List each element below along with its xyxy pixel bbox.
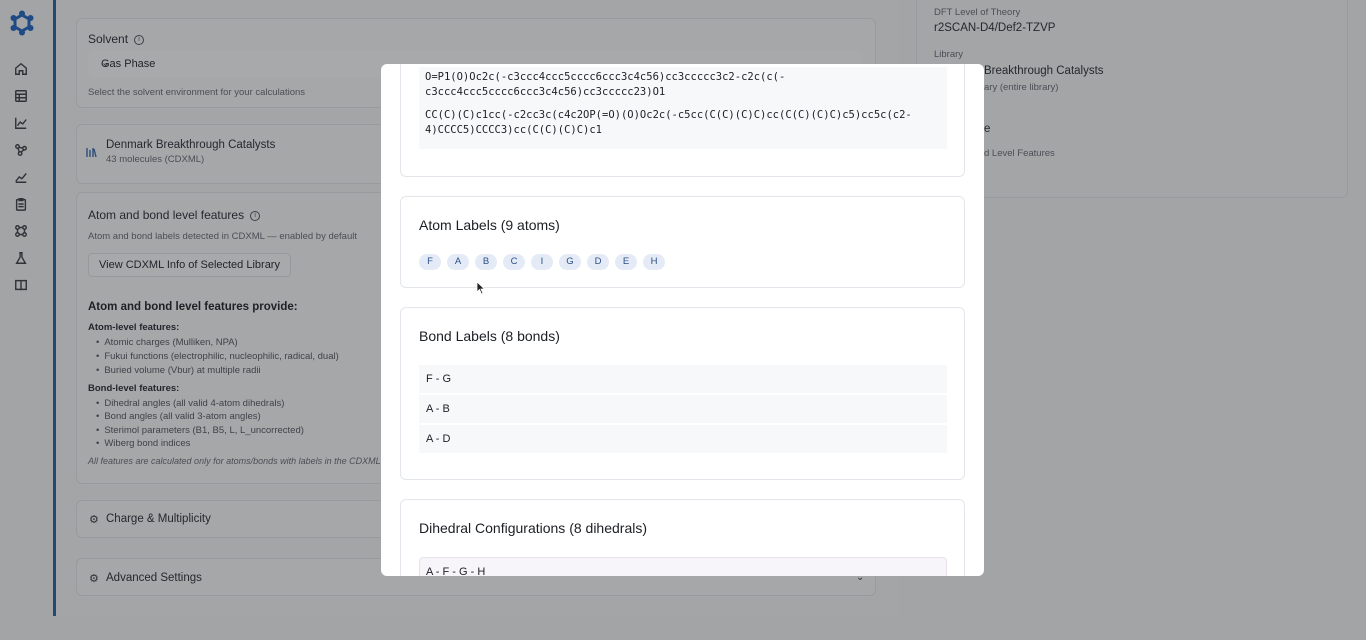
smiles-entry: O=P1(O)Oc2c(-c3ccc4ccc5cccc6ccc3c4c56)cc… <box>419 67 947 103</box>
advanced-settings-label: Advanced Settings <box>106 572 202 584</box>
dft-value: r2SCAN-D4/Def2-TZVP <box>934 22 1056 34</box>
solvent-label: Solvent i <box>88 32 145 46</box>
smiles-entry: CC(C)(C)c1cc(-c2cc3c(c4c2OP(=O)(O)Oc2c(-… <box>419 103 947 149</box>
charge-multiplicity-label: Charge & Multiplicity <box>106 513 211 525</box>
bond-row: F - G <box>419 365 947 393</box>
atom-chip: I <box>531 254 553 270</box>
dihedral-section: Dihedral Configurations (8 dihedrals) A … <box>400 499 965 576</box>
chart-line-icon[interactable] <box>13 115 29 131</box>
atom-feature-item: Buried volume (Vbur) at multiple radii <box>96 365 260 376</box>
features-note: All features are calculated only for ato… <box>88 456 381 466</box>
book-icon[interactable] <box>13 277 29 293</box>
atom-chip: B <box>475 254 497 270</box>
molecule-icon[interactable] <box>13 142 29 158</box>
atom-feature-item: Fukui functions (electrophilic, nucleoph… <box>96 351 338 362</box>
mouse-cursor-icon <box>476 281 486 295</box>
features-helper: Atom and bond labels detected in CDXML —… <box>88 231 357 242</box>
features-summary-value: e <box>984 123 991 135</box>
clipboard-icon[interactable] <box>13 196 29 212</box>
dft-label: DFT Level of Theory <box>934 7 1021 18</box>
gear-icon: ⚙ <box>89 514 99 526</box>
bond-feature-item: Dihedral angles (all valid 4-atom dihedr… <box>96 398 284 409</box>
atom-labels-title: Atom Labels (9 atoms) <box>419 217 560 233</box>
bond-feature-item: Bond angles (all valid 3-atom angles) <box>96 411 260 422</box>
library-meta: 43 molecules (CDXML) <box>106 154 205 165</box>
cdxml-info-modal: O=P1(O)Oc2c(-c3ccc4ccc5cccc6ccc3c4c56)cc… <box>381 64 984 576</box>
atom-chip: D <box>587 254 609 270</box>
solvent-helper: Select the solvent environment for your … <box>88 87 306 98</box>
network-icon[interactable] <box>13 223 29 239</box>
bond-level-heading: Bond-level features: <box>88 383 180 394</box>
home-icon[interactable] <box>13 61 29 77</box>
atom-feature-item: Atomic charges (Mulliken, NPA) <box>96 337 237 348</box>
atom-chip: F <box>419 254 441 270</box>
atom-chip-list: F A B C I G D E H <box>419 254 665 270</box>
library-summary-meta: ary (entire library) <box>984 82 1059 93</box>
features-provide-title: Atom and bond level features provide: <box>88 301 298 313</box>
atom-chip: E <box>615 254 637 270</box>
flask-icon[interactable] <box>13 250 29 266</box>
dihedral-title: Dihedral Configurations (8 dihedrals) <box>419 520 648 536</box>
info-icon[interactable]: i <box>250 210 261 221</box>
features-label: Atom and bond level features i <box>88 208 261 222</box>
library-summary-value: Breakthrough Catalysts <box>984 65 1104 77</box>
smiles-section: O=P1(O)Oc2c(-c3ccc4ccc5cccc6ccc3c4c56)cc… <box>400 64 965 177</box>
atom-chip: G <box>559 254 581 270</box>
atom-level-heading: Atom-level features: <box>88 322 180 333</box>
library-icon <box>86 145 98 158</box>
trend-icon[interactable] <box>13 169 29 185</box>
bond-feature-item: Wiberg bond indices <box>96 438 190 449</box>
atom-chip: A <box>447 254 469 270</box>
bond-feature-item: Sterimol parameters (B1, B5, L, L_uncorr… <box>96 425 304 436</box>
bond-row: A - B <box>419 395 947 423</box>
library-name: Denmark Breakthrough Catalysts <box>106 139 276 151</box>
library-summary-label: Library <box>934 49 964 60</box>
view-cdxml-info-button[interactable]: View CDXML Info of Selected Library <box>88 253 291 277</box>
bond-labels-section: Bond Labels (8 bonds) F - G A - B A - D <box>400 307 965 480</box>
app-logo-icon[interactable] <box>9 10 35 36</box>
atom-labels-section: Atom Labels (9 atoms) F A B C I G D E H <box>400 196 965 288</box>
table-icon[interactable] <box>13 88 29 104</box>
bond-labels-title: Bond Labels (8 bonds) <box>419 328 560 344</box>
bond-row: A - D <box>419 425 947 453</box>
atom-chip: H <box>643 254 665 270</box>
gear-icon: ⚙ <box>89 573 99 585</box>
atom-chip: C <box>503 254 525 270</box>
dihedral-row[interactable]: A - F - G - H <box>419 557 947 576</box>
info-icon[interactable]: i <box>134 34 145 45</box>
features-summary-meta: d Level Features <box>984 148 1055 159</box>
nav-rail <box>0 0 56 640</box>
